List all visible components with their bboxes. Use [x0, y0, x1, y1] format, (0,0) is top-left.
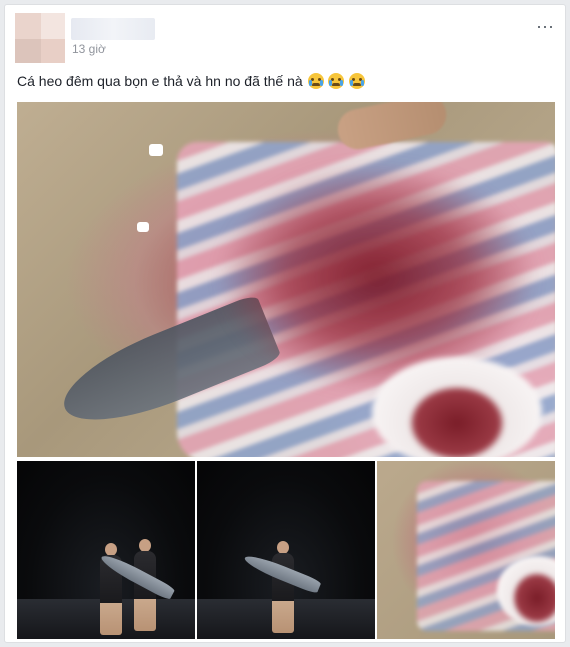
- crying-emoji-icon: [307, 73, 324, 89]
- post-photo-thumb-2[interactable]: [197, 461, 375, 639]
- crying-emoji-icon: [328, 73, 345, 89]
- photo-debris: [137, 222, 149, 232]
- post-text-content: Cá heo đêm qua bọn e thả và hn no đã thế…: [17, 73, 303, 89]
- crying-emoji-icon: [349, 73, 366, 89]
- post-photo-thumb-3[interactable]: [377, 461, 555, 639]
- post-text: Cá heo đêm qua bọn e thả và hn no đã thế…: [17, 73, 366, 89]
- more-options-icon[interactable]: ⋯: [536, 17, 555, 38]
- avatar[interactable]: [15, 13, 65, 63]
- author-name-redacted[interactable]: [71, 18, 155, 40]
- feed-post: 13 giờ ⋯ Cá heo đêm qua bọn e thả và hn …: [4, 4, 566, 643]
- post-photo-thumb-1[interactable]: [17, 461, 195, 639]
- photo-bucket: [372, 357, 542, 457]
- photo-blurred-region: [217, 162, 537, 392]
- post-timestamp[interactable]: 13 giờ: [72, 42, 106, 56]
- post-photo-main[interactable]: [17, 102, 555, 457]
- photo-debris: [149, 144, 163, 156]
